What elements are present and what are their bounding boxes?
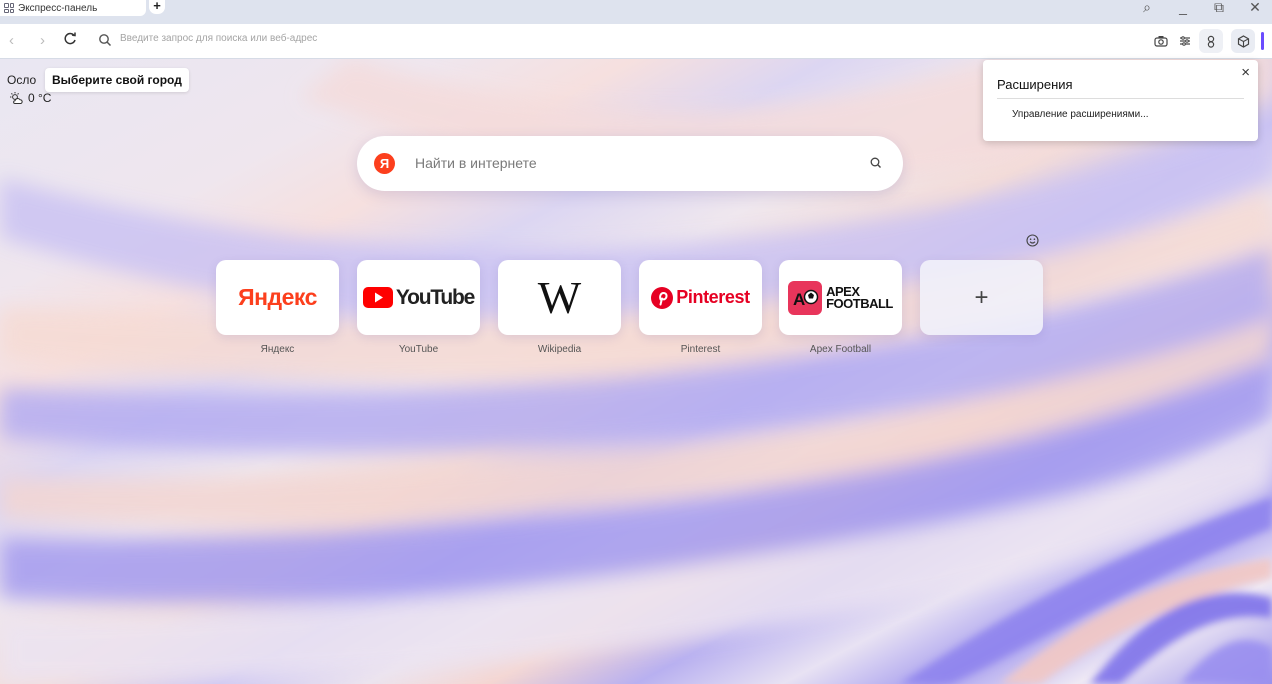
restore-button[interactable]: ⧉ bbox=[1212, 0, 1226, 16]
extensions-popup-title: Расширения bbox=[997, 77, 1073, 92]
speed-dial-card[interactable]: W bbox=[498, 260, 621, 335]
extensions-icon[interactable] bbox=[1231, 29, 1255, 53]
weather-city[interactable]: Осло bbox=[7, 73, 36, 87]
speed-dial-yandex[interactable]: Яндекс Яндекс bbox=[216, 260, 339, 355]
speed-dial-label: Яндекс bbox=[260, 344, 295, 355]
speed-dial-apex-football[interactable]: A APEX FOOTBALL Apex Football bbox=[779, 260, 902, 355]
manage-extensions-link[interactable]: Управление расширениями... bbox=[1012, 109, 1149, 120]
speed-dial-grid-icon bbox=[4, 3, 14, 13]
search-box[interactable]: Я bbox=[357, 136, 903, 191]
apex-football-logo: A APEX FOOTBALL bbox=[788, 280, 893, 315]
camera-icon[interactable] bbox=[1149, 29, 1173, 53]
yandex-logo: Яндекс bbox=[238, 284, 317, 310]
svg-text:A: A bbox=[793, 290, 805, 309]
search-icon[interactable] bbox=[869, 156, 883, 170]
apex-football-badge-icon: A bbox=[788, 280, 823, 315]
add-speed-dial[interactable]: + bbox=[920, 260, 1043, 335]
tab-express-panel[interactable]: Экспресс-панель bbox=[0, 0, 146, 16]
new-tab-button[interactable]: + bbox=[149, 0, 165, 14]
easy-setup-icon[interactable] bbox=[1173, 29, 1197, 53]
speed-dial-label: Pinterest bbox=[680, 344, 721, 355]
speed-dial-pinterest[interactable]: Pinterest Pinterest bbox=[639, 260, 762, 355]
popup-divider bbox=[997, 98, 1244, 99]
plus-icon: + bbox=[974, 283, 989, 311]
wikipedia-logo: W bbox=[537, 271, 582, 323]
search-input[interactable] bbox=[415, 155, 835, 171]
toolbar-actions bbox=[1149, 29, 1272, 53]
profile-icon[interactable] bbox=[1199, 29, 1223, 53]
address-input[interactable] bbox=[120, 33, 720, 44]
window-controls: ⌕ _ ⧉ ✕ bbox=[1140, 0, 1272, 16]
tab-strip: Экспресс-панель + ⌕ _ ⧉ ✕ bbox=[0, 0, 1272, 24]
speed-dial-label: YouTube bbox=[398, 344, 439, 355]
speed-dial-youtube[interactable]: YouTube YouTube bbox=[357, 260, 480, 355]
address-search-icon bbox=[99, 34, 112, 47]
youtube-logo: YouTube bbox=[362, 286, 475, 310]
back-button[interactable]: ‹ bbox=[9, 32, 14, 49]
close-window-button[interactable]: ✕ bbox=[1248, 0, 1262, 16]
pinterest-logo: Pinterest bbox=[651, 286, 750, 309]
minimize-button[interactable]: _ bbox=[1176, 0, 1190, 16]
reload-button[interactable] bbox=[64, 32, 77, 48]
speed-dial-label: Wikipedia bbox=[537, 344, 582, 355]
speed-dial-wikipedia[interactable]: W Wikipedia bbox=[498, 260, 621, 355]
extensions-popup: × Расширения Управление расширениями... bbox=[983, 60, 1258, 141]
tab-title: Экспресс-панель bbox=[18, 2, 98, 14]
speed-dial-card[interactable]: Pinterest bbox=[639, 260, 762, 335]
weather-temperature[interactable]: 0 °C bbox=[10, 91, 51, 105]
speed-dial-card[interactable]: YouTube bbox=[357, 260, 480, 335]
reload-icon bbox=[64, 32, 76, 45]
speed-dial-card[interactable]: A APEX FOOTBALL bbox=[779, 260, 902, 335]
add-speed-dial-card[interactable]: + bbox=[920, 260, 1043, 335]
customize-smiley-icon[interactable] bbox=[1026, 234, 1039, 247]
speed-dial-card[interactable]: Яндекс bbox=[216, 260, 339, 335]
sidebar-accent-bar[interactable] bbox=[1261, 32, 1264, 50]
youtube-play-icon bbox=[362, 287, 393, 308]
temperature-value: 0 °C bbox=[28, 91, 52, 105]
pinterest-p-icon bbox=[651, 286, 674, 309]
yandex-search-engine-icon[interactable]: Я bbox=[374, 153, 395, 174]
close-popup-icon[interactable]: × bbox=[1241, 64, 1250, 81]
partly-cloudy-icon bbox=[10, 91, 23, 104]
speed-dial-label: Apex Football bbox=[809, 344, 872, 355]
forward-button[interactable]: › bbox=[40, 32, 45, 49]
address-toolbar: ‹ › bbox=[0, 24, 1272, 59]
choose-city-tooltip[interactable]: Выберите свой город bbox=[45, 68, 189, 92]
tab-search-icon[interactable]: ⌕ bbox=[1140, 0, 1154, 16]
apex-wordmark: APEX FOOTBALL bbox=[826, 283, 893, 311]
